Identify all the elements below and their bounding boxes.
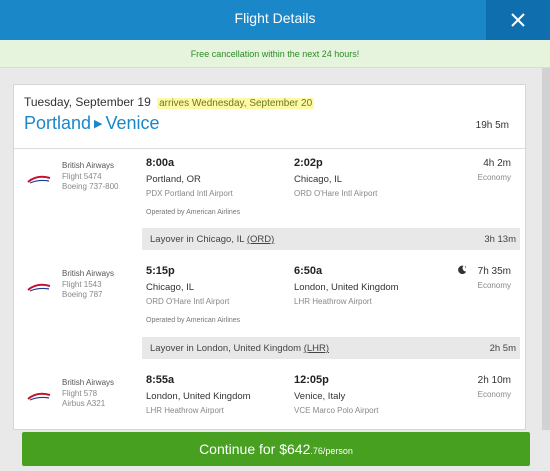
price-cents: .76 — [310, 446, 323, 456]
arrival-airport: ORD O'Hare Intl Airport — [294, 189, 378, 198]
header-title: Flight Details — [234, 10, 316, 26]
aircraft-type: Boeing 787 — [62, 290, 103, 299]
arrival-info: 6:50a London, United Kingdom LHR Heathro… — [294, 265, 399, 306]
airline-name: British Airways — [62, 161, 115, 170]
layover-airport-code[interactable]: (LHR) — [304, 343, 329, 354]
layover-label: Layover in Chicago, IL (ORD) — [150, 234, 274, 245]
arrival-info: 2:02p Chicago, IL ORD O'Hare Intl Airpor… — [294, 157, 377, 198]
departure-city: Chicago, IL — [146, 282, 195, 293]
trip-date: Tuesday, September 19 arrives Wednesday,… — [24, 95, 315, 109]
arrival-airport: LHR Heathrow Airport — [294, 297, 372, 306]
departure-info: 8:00a Portland, OR PDX Portland Intl Air… — [146, 157, 233, 198]
airline-info: British Airways Flight 578 Airbus A321 — [62, 378, 114, 410]
segment-duration: 7h 35m — [477, 266, 511, 277]
layover-location: Layover in Chicago, IL — [150, 234, 245, 245]
departure-airport: PDX Portland Intl Airport — [146, 189, 233, 198]
divider — [14, 148, 525, 149]
arrival-date-highlight: arrives Wednesday, September 20 — [157, 98, 315, 109]
layover-row: Layover in Chicago, IL (ORD) 3h 13m — [142, 228, 520, 250]
close-icon — [511, 13, 525, 27]
total-duration: 19h 5m — [475, 120, 509, 131]
destination-city: Venice — [105, 113, 160, 133]
airline-name: British Airways — [62, 378, 115, 387]
layover-location: Layover in London, United Kingdom — [150, 343, 302, 354]
segment-duration: 4h 2m — [483, 158, 511, 169]
departure-airport: ORD O'Hare Intl Airport — [146, 297, 230, 306]
departure-city: London, United Kingdom — [146, 391, 251, 402]
cancellation-banner: Free cancellation within the next 24 hou… — [0, 40, 550, 68]
arrival-info: 12:05p Venice, Italy VCE Marco Polo Airp… — [294, 374, 378, 415]
departure-info: 8:55a London, United Kingdom LHR Heathro… — [146, 374, 251, 415]
flight-segment: British Airways Flight 578 Airbus A321 8… — [14, 374, 525, 429]
arrival-time: 2:02p — [294, 157, 323, 169]
departure-time: 8:00a — [146, 157, 175, 169]
layover-time: 2h 5m — [489, 343, 516, 354]
close-button[interactable] — [486, 0, 550, 40]
flight-details-card: Tuesday, September 19 arrives Wednesday,… — [13, 84, 526, 430]
airline-logo-icon — [27, 175, 51, 184]
airline-logo-icon — [27, 283, 51, 292]
arrival-time: 6:50a — [294, 265, 323, 277]
route-title: Portland ▶ Venice — [24, 113, 160, 134]
continue-button[interactable]: Continue for $642.76/person — [22, 432, 530, 466]
price-per-person: /person — [322, 446, 353, 456]
flight-segment: British Airways Flight 5474 Boeing 737-8… — [14, 157, 525, 233]
aircraft-type: Airbus A321 — [62, 399, 106, 408]
arrival-city: Chicago, IL — [294, 174, 343, 185]
operated-by: Operated by American Airlines — [146, 317, 241, 324]
cabin-class: Economy — [477, 390, 511, 399]
banner-text: Free cancellation within the next 24 hou… — [190, 49, 360, 59]
flight-number: Flight 5474 — [62, 171, 102, 181]
layover-row: Layover in London, United Kingdom (LHR) … — [142, 337, 520, 359]
segment-duration: 2h 10m — [477, 375, 511, 386]
departure-time: 8:55a — [146, 374, 175, 386]
arrival-city: Venice, Italy — [294, 391, 346, 402]
cabin-class: Economy — [477, 281, 511, 290]
operated-by: Operated by American Airlines — [146, 209, 241, 216]
cabin-class: Economy — [477, 173, 511, 182]
header-bar: Flight Details — [0, 0, 550, 40]
arrival-airport: VCE Marco Polo Airport — [294, 406, 379, 415]
departure-city: Portland, OR — [146, 174, 201, 185]
aircraft-type: Boeing 737-800 — [62, 182, 119, 191]
layover-airport-code[interactable]: (ORD) — [247, 234, 274, 245]
departure-time: 5:15p — [146, 265, 175, 277]
airline-info: British Airways Flight 5474 Boeing 737-8… — [62, 161, 119, 193]
continue-label: Continue for — [199, 441, 280, 457]
departure-airport: LHR Heathrow Airport — [146, 406, 224, 415]
airline-name: British Airways — [62, 269, 115, 278]
airline-info: British Airways Flight 1543 Boeing 787 — [62, 269, 114, 301]
departure-info: 5:15p Chicago, IL ORD O'Hare Intl Airpor… — [146, 265, 229, 306]
flight-segment: British Airways Flight 1543 Boeing 787 5… — [14, 265, 525, 341]
origin-city: Portland — [24, 113, 92, 133]
airline-logo-icon — [27, 392, 51, 401]
layover-label: Layover in London, United Kingdom (LHR) — [150, 343, 329, 354]
flight-number: Flight 578 — [62, 388, 98, 398]
arrow-right-icon: ▶ — [94, 118, 103, 130]
departure-date: Tuesday, September 19 — [24, 95, 151, 109]
arrival-time: 12:05p — [294, 374, 329, 386]
price-dollars: $642 — [279, 441, 311, 457]
layover-time: 3h 13m — [484, 234, 516, 245]
scrollbar[interactable] — [542, 68, 550, 430]
moon-icon — [458, 265, 467, 275]
flight-number: Flight 1543 — [62, 279, 102, 289]
arrival-city: London, United Kingdom — [294, 282, 399, 293]
